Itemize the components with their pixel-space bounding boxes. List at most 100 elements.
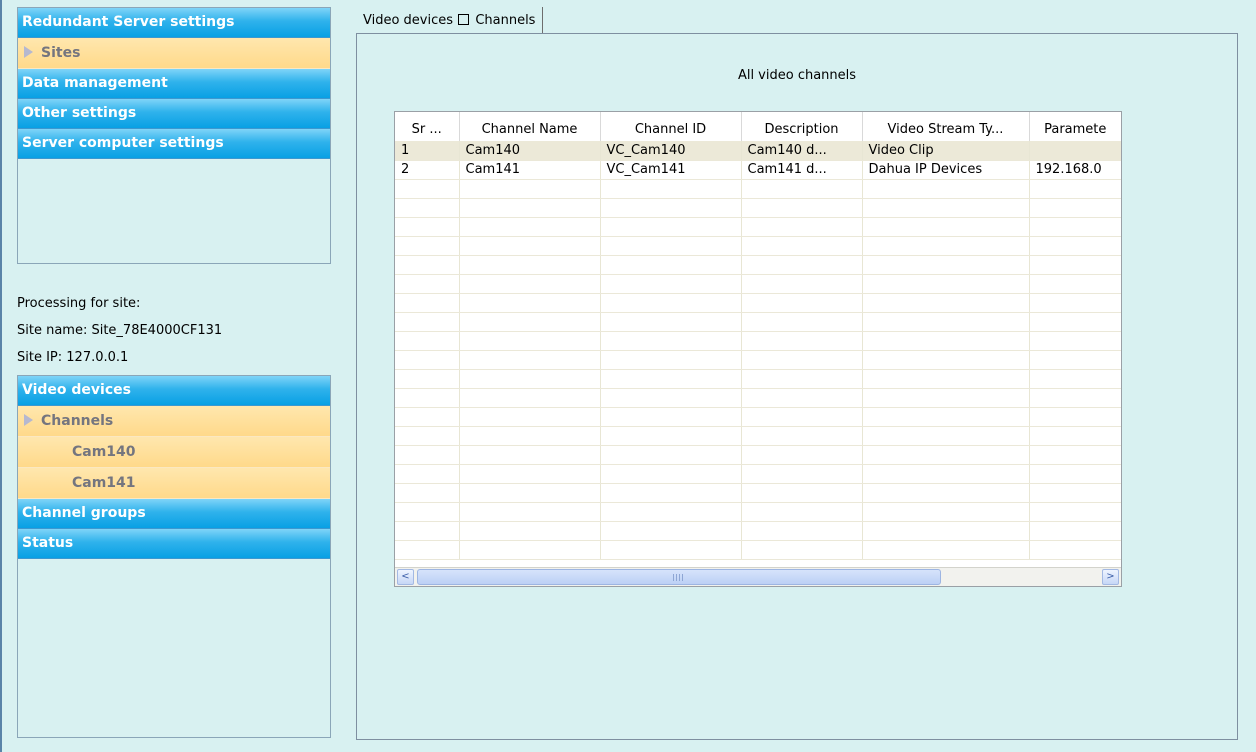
table-cell [395,198,460,218]
table-cell [862,540,1030,560]
table-row-empty[interactable] [395,179,1121,199]
table-row-empty[interactable] [395,331,1121,351]
table-cell [395,312,460,332]
table-cell [459,464,601,484]
nav-item-cam140[interactable]: Cam140 [18,437,330,468]
table-cell [741,217,863,237]
table-row-empty[interactable] [395,521,1121,541]
tab-video-devices-channels[interactable]: Video devices Channels [356,7,544,34]
table-cell: Cam140 [459,141,601,161]
table-row-empty[interactable] [395,274,1121,294]
table-cell [741,350,863,370]
column-header-channel-name[interactable]: Channel Name [459,112,601,141]
table-cell [741,521,863,541]
table-row-empty[interactable] [395,445,1121,465]
table-row-empty[interactable] [395,388,1121,408]
column-header-video-stream-type[interactable]: Video Stream Ty... [862,112,1030,141]
table-cell [1029,274,1121,294]
scroll-thumb[interactable] [417,569,941,585]
table-cell [600,179,742,199]
table-cell [600,521,742,541]
table-cell [862,464,1030,484]
table-cell [741,483,863,503]
column-header-sr[interactable]: Sr ... [395,112,460,141]
nav-header-video-devices[interactable]: Video devices [18,376,330,406]
table-cell [862,217,1030,237]
table-row-empty[interactable] [395,350,1121,370]
table-row-empty[interactable] [395,369,1121,389]
table-cell [459,217,601,237]
table-cell [1029,350,1121,370]
nav-item-cam141[interactable]: Cam141 [18,468,330,499]
table-cell [862,445,1030,465]
table-cell [1029,521,1121,541]
table-row[interactable]: 2 Cam141 VC_Cam141 Cam141 d... Dahua IP Devi… [395,160,1121,180]
column-header-parameter[interactable]: Paramete [1029,112,1121,141]
table-cell [1029,464,1121,484]
horizontal-scrollbar[interactable]: < > [395,567,1121,586]
table-cell [1029,483,1121,503]
nav-header-status[interactable]: Status [18,529,330,559]
table-cell [395,540,460,560]
table-cell [459,540,601,560]
table-cell [459,255,601,275]
column-header-description[interactable]: Description [741,112,863,141]
table-row[interactable]: 1 Cam140 VC_Cam140 Cam140 d... Video Clip [395,141,1121,161]
table-row-empty[interactable] [395,255,1121,275]
table-cell [1029,141,1121,161]
table-cell [741,388,863,408]
scroll-left-button[interactable]: < [397,569,414,585]
table-cell [862,407,1030,427]
table-cell [741,426,863,446]
nav-header-redundant-server-settings[interactable]: Redundant Server settings [18,8,330,38]
table-cell [395,369,460,389]
table-cell [741,274,863,294]
table-cell [1029,198,1121,218]
table-row-empty[interactable] [395,502,1121,522]
table-cell [1029,236,1121,256]
table-row-empty[interactable] [395,236,1121,256]
table-row-empty[interactable] [395,198,1121,218]
nav-header-channel-groups[interactable]: Channel groups [18,499,330,529]
table-cell [459,521,601,541]
table-cell [395,274,460,294]
table-cell [862,274,1030,294]
table-cell [1029,426,1121,446]
table-cell [395,293,460,313]
table-row-empty[interactable] [395,464,1121,484]
nav-item-channels[interactable]: Channels [18,406,330,437]
table-cell [1029,388,1121,408]
column-header-channel-id[interactable]: Channel ID [600,112,742,141]
table-cell [862,255,1030,275]
table-cell [459,407,601,427]
table-cell [741,445,863,465]
table-row-empty[interactable] [395,293,1121,313]
table-cell [862,483,1030,503]
table-cell: 1 [395,141,460,161]
table-row-empty[interactable] [395,483,1121,503]
site-info: Processing for site: Site name: Site_78E… [17,290,331,371]
table-cell: Dahua IP Devices [862,160,1030,180]
table-cell [459,293,601,313]
table-row-empty[interactable] [395,407,1121,427]
scroll-right-button[interactable]: > [1102,569,1119,585]
nav-header-data-management[interactable]: Data management [18,69,330,99]
table-cell [862,350,1030,370]
triangle-right-icon [24,46,33,58]
table-cell [741,312,863,332]
nav-header-server-computer-settings[interactable]: Server computer settings [18,129,330,159]
table-row-empty[interactable] [395,312,1121,332]
table-cell [1029,331,1121,351]
table-cell [600,540,742,560]
table-cell [395,464,460,484]
table-cell [395,388,460,408]
table-row-empty[interactable] [395,540,1121,560]
nav-header-other-settings[interactable]: Other settings [18,99,330,129]
table-cell [600,274,742,294]
table-row-empty[interactable] [395,217,1121,237]
video-nav-panel: Video devices Channels Cam140 Cam141 Cha… [17,375,331,738]
table-cell [395,407,460,427]
nav-item-sites[interactable]: Sites [18,38,330,69]
table-cell [741,236,863,256]
table-row-empty[interactable] [395,426,1121,446]
